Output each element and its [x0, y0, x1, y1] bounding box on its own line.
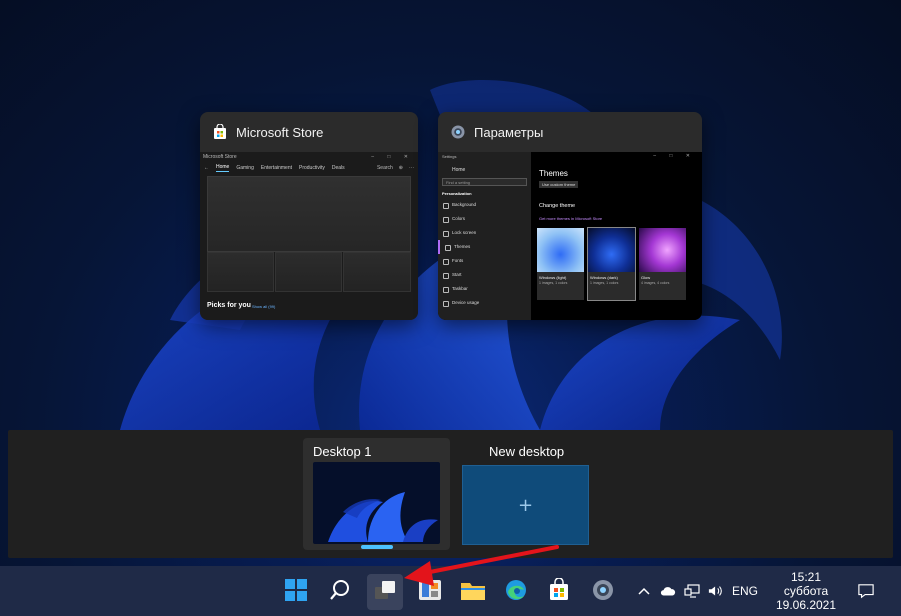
window-controls: – □ ✕ — [653, 153, 696, 159]
store-icon — [548, 577, 570, 606]
settings-button[interactable] — [585, 574, 621, 610]
store-show-all: Show all (99) — [252, 304, 276, 309]
onedrive-cloud-icon[interactable] — [660, 583, 676, 599]
settings-find-field: Find a setting — [442, 178, 527, 186]
settings-nav-item: Lock screen — [438, 226, 531, 240]
active-desktop-indicator — [361, 545, 393, 549]
desktop-1-thumbnail — [313, 462, 440, 544]
more-icon: ··· — [409, 165, 414, 171]
window-header: Microsoft Store — [200, 112, 418, 152]
settings-caption: Settings — [442, 154, 457, 159]
desktop-1-label: Desktop 1 — [313, 444, 372, 459]
theme-name: Windows (dark) — [590, 275, 618, 280]
store-tile — [207, 252, 274, 292]
language-indicator[interactable]: ENG — [732, 584, 758, 598]
search-icon — [329, 579, 351, 605]
clock[interactable]: 15:21 суббота 19.06.2021 — [775, 570, 837, 612]
settings-nav-item: Taskbar — [438, 282, 531, 296]
settings-main: – □ ✕ Themes Use custom theme Change the… — [531, 152, 702, 320]
theme-preview-image — [588, 228, 635, 272]
theme-sub: 4 images, 4 colors — [641, 281, 670, 285]
store-nav: ← Home Gaming Entertainment Productivity… — [200, 161, 418, 175]
store-search-label: Search — [376, 165, 393, 171]
window-header: Параметры — [438, 112, 702, 152]
widgets-icon — [418, 579, 442, 605]
store-nav-right: Search ⊕ ··· — [377, 165, 414, 171]
clock-time: 15:21 — [790, 570, 822, 584]
new-desktop-card[interactable]: New desktop + — [462, 438, 589, 550]
task-view-icon — [373, 579, 397, 605]
clock-day: суббота — [783, 584, 829, 598]
volume-icon[interactable] — [708, 583, 724, 599]
store-tab-productivity: Productivity — [299, 165, 325, 171]
settings-preview: Settings Home Find a setting Personaliza… — [438, 152, 702, 320]
settings-nav-item: Themes — [438, 240, 531, 254]
bloom-thumbnail-image — [328, 492, 438, 542]
settings-home: Home — [452, 167, 466, 173]
settings-custom-button: Use custom theme — [539, 181, 579, 188]
store-tile — [343, 252, 411, 292]
settings-group: Personalization — [442, 191, 472, 196]
file-explorer-icon — [460, 579, 486, 605]
clock-date: 19.06.2021 — [775, 598, 837, 612]
store-button[interactable] — [541, 574, 577, 610]
virtual-desktops-bar: Desktop 1 New desktop + — [8, 430, 893, 558]
settings-icon — [591, 578, 615, 606]
settings-heading: Themes — [539, 169, 568, 178]
desktop-1-card[interactable]: Desktop 1 — [303, 438, 450, 550]
window-title: Microsoft Store — [236, 124, 324, 140]
theme-sub: 1 images, 1 colors — [590, 281, 619, 285]
settings-nav-item: Start — [438, 268, 531, 282]
window-controls: – □ ✕ — [371, 154, 414, 160]
theme-preview-image — [537, 228, 584, 272]
settings-change-theme: Change theme — [539, 203, 576, 209]
notification-icon[interactable] — [858, 583, 874, 599]
theme-preview-image — [639, 228, 686, 272]
new-desktop-label: New desktop — [489, 444, 565, 459]
store-bag-icon — [212, 123, 228, 140]
store-tab-deals: Deals — [331, 165, 345, 171]
new-desktop-tile[interactable]: + — [462, 465, 589, 545]
store-tab-entertainment: Entertainment — [260, 165, 292, 171]
theme-sub: 1 images, 1 colors — [539, 281, 568, 285]
back-arrow-icon: ← — [204, 165, 209, 171]
store-tab-gaming: Gaming — [236, 165, 254, 171]
settings-nav-item: Device usage — [438, 296, 531, 310]
settings-nav-item: Colors — [438, 212, 531, 226]
network-icon[interactable] — [684, 583, 700, 599]
theme-card: Glow 4 images, 4 colors — [639, 228, 686, 300]
start-button[interactable] — [278, 574, 314, 610]
edge-icon — [504, 578, 528, 606]
settings-gear-icon — [450, 124, 466, 140]
settings-nav-item: Fonts — [438, 254, 531, 268]
plus-icon: + — [517, 494, 534, 516]
theme-name: Glow — [641, 275, 651, 280]
task-view-button[interactable] — [367, 574, 403, 610]
store-tab-home: Home — [216, 164, 230, 172]
store-picks-title: Picks for you — [207, 302, 251, 309]
store-preview: Microsoft Store – □ ✕ ← Home Gaming Ente… — [200, 152, 418, 320]
start-icon — [285, 579, 307, 605]
theme-card: Windows (dark) 1 images, 1 colors — [587, 227, 636, 301]
search-button[interactable] — [322, 574, 358, 610]
widgets-button[interactable] — [412, 574, 448, 610]
settings-sidebar: Settings Home Find a setting Personaliza… — [438, 152, 531, 320]
store-tile — [275, 252, 342, 292]
theme-name: Windows (light) — [539, 275, 567, 280]
file-explorer-button[interactable] — [455, 574, 491, 610]
store-caption-text: Microsoft Store — [203, 154, 237, 160]
edge-button[interactable] — [498, 574, 534, 610]
window-settings[interactable]: Параметры Settings Home Find a setting P… — [438, 112, 702, 320]
theme-card: Windows (light) 1 images, 1 colors — [537, 228, 584, 300]
window-microsoft-store[interactable]: Microsoft Store Microsoft Store – □ ✕ ← … — [200, 112, 418, 320]
settings-nav-item: Background — [438, 198, 531, 212]
window-title: Параметры — [474, 124, 544, 140]
store-hero — [207, 176, 411, 252]
taskbar: ENG 15:21 суббота 19.06.2021 — [0, 566, 901, 616]
chevron-up-icon[interactable] — [636, 583, 652, 599]
settings-store-link: Get more themes in Microsoft Store — [539, 216, 603, 221]
download-icon: ⊕ — [398, 165, 403, 171]
store-caption: Microsoft Store – □ ✕ — [200, 152, 418, 161]
